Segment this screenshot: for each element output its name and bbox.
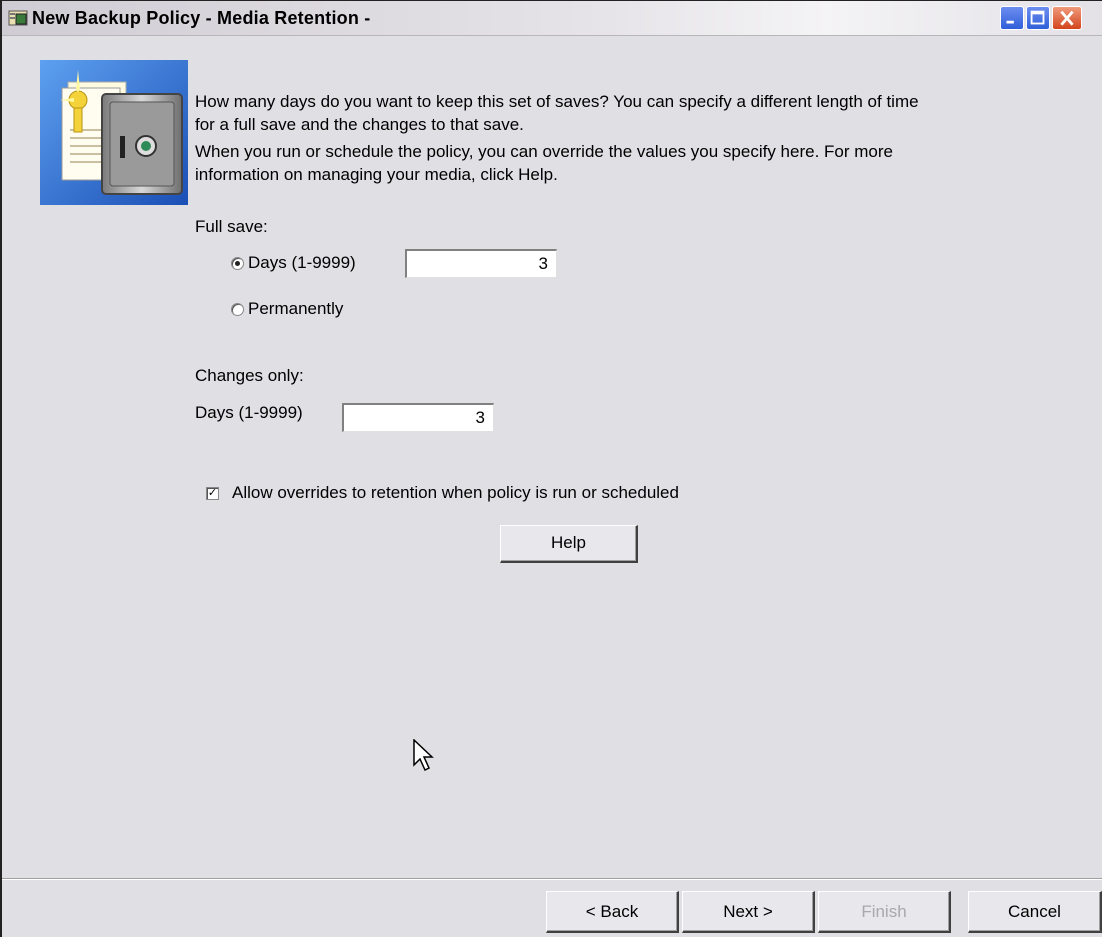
minimize-button[interactable] [1000,6,1024,30]
next-button[interactable]: Next > [682,891,815,933]
intro-line: When you run or schedule the policy, you… [195,142,893,161]
maximize-button[interactable] [1026,6,1050,30]
wizard-content: How many days do you want to keep this s… [2,36,1102,878]
full-save-days-label[interactable]: Days (1-9999) [248,253,356,273]
back-button[interactable]: < Back [546,891,679,933]
window-title: New Backup Policy - Media Retention - [32,8,371,28]
allow-overrides-checkbox[interactable]: ✓ [206,487,219,500]
intro-line: information on managing your media, clic… [195,165,558,184]
full-save-days-radio[interactable] [231,257,244,270]
title-bar[interactable]: New Backup Policy - Media Retention - [2,1,1102,36]
intro-paragraph-1: How many days do you want to keep this s… [195,90,919,136]
close-icon [1060,10,1074,26]
title-app-icon [8,10,28,26]
changes-only-days-field[interactable]: 3 [342,403,494,432]
finish-button: Finish [818,891,951,933]
permanently-radio[interactable] [231,303,244,316]
minimize-icon [1006,20,1014,24]
intro-line: How many days do you want to keep this s… [195,92,919,111]
changes-only-days-label: Days (1-9999) [195,403,303,422]
close-button[interactable] [1052,6,1082,30]
full-save-days-field[interactable]: 3 [405,249,557,278]
mouse-cursor-icon [413,739,434,772]
changes-only-heading: Changes only: [195,366,304,385]
intro-paragraph-2: When you run or schedule the policy, you… [195,140,893,186]
maximize-icon [1030,10,1045,25]
footer-separator [2,878,1102,880]
permanently-label[interactable]: Permanently [248,299,343,319]
full-save-heading: Full save: [195,217,268,236]
cancel-button[interactable]: Cancel [968,891,1102,933]
allow-overrides-label[interactable]: Allow overrides to retention when policy… [232,483,679,503]
wizard-safe-icon [40,60,188,205]
help-button[interactable]: Help [500,525,638,563]
intro-line: for a full save and the changes to that … [195,115,524,134]
wizard-window: New Backup Policy - Media Retention - Ho… [0,0,1102,937]
